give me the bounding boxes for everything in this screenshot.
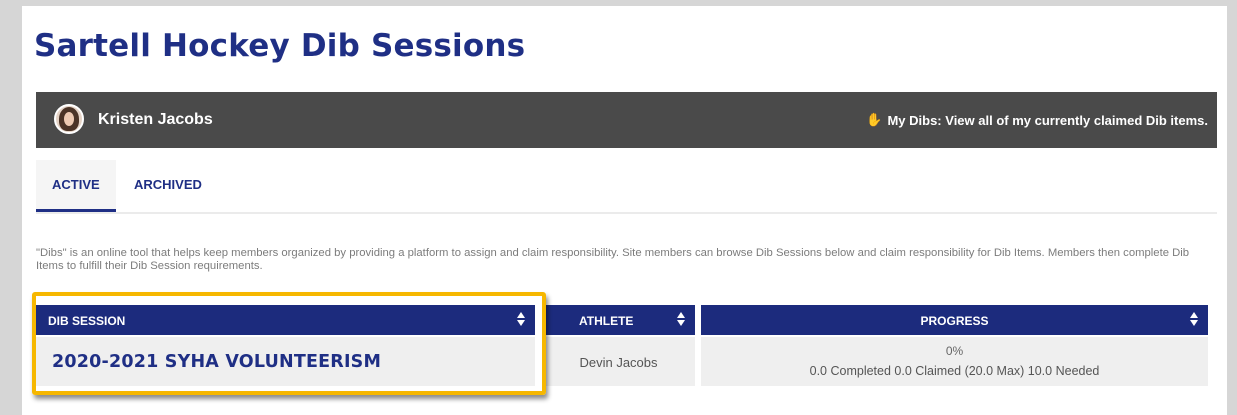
raised-hand-icon: ✋ [866, 112, 883, 127]
avatar[interactable] [54, 104, 84, 134]
column-header-dib-session[interactable]: DIB SESSION [36, 305, 535, 335]
tab-archived[interactable]: ARCHIVED [118, 160, 218, 210]
tab-bar: ACTIVE ARCHIVED [36, 160, 1217, 214]
sort-icon[interactable] [517, 312, 525, 328]
my-dibs-link[interactable]: ✋ My Dibs: View all of my currently clai… [866, 112, 1208, 128]
table-row-progress-cell: 0% 0.0 Completed 0.0 Claimed (20.0 Max) … [701, 337, 1208, 386]
user-name: Kristen Jacobs [98, 111, 213, 128]
page-panel: Sartell Hockey Dib Sessions Kristen Jaco… [22, 6, 1227, 415]
user-bar: Kristen Jacobs ✋ My Dibs: View all of my… [36, 92, 1217, 148]
column-header-progress[interactable]: PROGRESS [701, 305, 1208, 335]
progress-detail: 0.0 Completed 0.0 Claimed (20.0 Max) 10.… [809, 364, 1100, 378]
column-header-label: DIB SESSION [48, 314, 126, 328]
column-header-athlete[interactable]: ATHLETE [542, 305, 695, 335]
sort-icon[interactable] [1190, 312, 1198, 328]
column-header-label: PROGRESS [920, 314, 989, 328]
column-header-label: ATHLETE [579, 314, 634, 328]
my-dibs-label: My Dibs: View all of my currently claime… [887, 112, 1208, 128]
athlete-name: Devin Jacobs [579, 355, 658, 370]
progress-percent: 0% [945, 344, 964, 358]
dib-session-link[interactable]: 2020-2021 SYHA VOLUNTEERISM [52, 352, 381, 372]
page-title: Sartell Hockey Dib Sessions [34, 28, 526, 64]
dibs-description: "Dibs" is an online tool that helps keep… [36, 247, 1190, 272]
sort-icon[interactable] [677, 312, 685, 328]
table-row-session-cell: 2020-2021 SYHA VOLUNTEERISM [36, 337, 535, 386]
table-row-athlete-cell: Devin Jacobs [542, 337, 695, 386]
tab-active[interactable]: ACTIVE [36, 160, 116, 212]
